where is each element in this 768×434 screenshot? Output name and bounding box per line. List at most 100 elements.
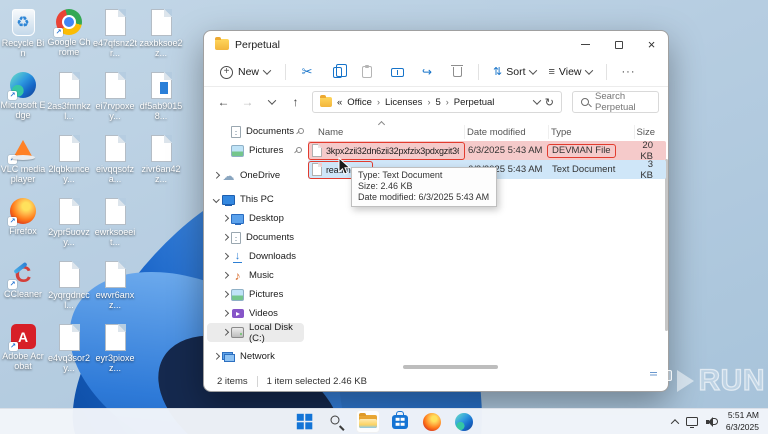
taskbar-button[interactable] bbox=[356, 410, 380, 433]
toolbar-command-button[interactable] bbox=[294, 61, 320, 83]
new-button[interactable]: + New bbox=[213, 63, 277, 82]
desktop-shortcut[interactable]: Adobe Acrobat bbox=[0, 321, 46, 384]
toolbar-command-button[interactable] bbox=[324, 61, 350, 83]
sidebar-item[interactable]: Pictures bbox=[207, 141, 304, 160]
desktop-shortcut[interactable]: zivr6an42z... bbox=[138, 132, 184, 195]
see-more-button[interactable]: ··· bbox=[615, 66, 643, 78]
sidebar-item[interactable]: Documents bbox=[207, 228, 304, 247]
desktop-shortcut[interactable]: ei7rvpoxey... bbox=[92, 69, 138, 132]
sidebar-item[interactable]: Pictures bbox=[207, 285, 304, 304]
sidebar-item[interactable]: Desktop bbox=[207, 209, 304, 228]
refresh-icon[interactable]: ↻ bbox=[545, 96, 554, 109]
desktop-shortcut[interactable]: 2ypr5uovzy... bbox=[46, 195, 92, 258]
sidebar-item[interactable]: Local Disk (C:) bbox=[207, 321, 304, 344]
file-row[interactable]: 3kpx2zii32dn6zii32pxfzix3pdxgzit36mx3e..… bbox=[308, 140, 666, 162]
desktop-shortcut[interactable]: zaxbksoe2z... bbox=[138, 6, 184, 69]
desktop-shortcut[interactable]: Microsoft Edge bbox=[0, 69, 46, 132]
desktop-shortcut[interactable]: eivqqsofza... bbox=[92, 132, 138, 195]
taskbar-button[interactable] bbox=[292, 410, 316, 433]
tree-chevron-icon[interactable] bbox=[221, 215, 229, 222]
toolbar-command-button[interactable] bbox=[414, 61, 440, 83]
sidebar-item[interactable]: Videos bbox=[207, 304, 304, 323]
desktop-shortcut[interactable]: ewvr6anxz... bbox=[92, 258, 138, 321]
desktop-screen: Recycle Bin Google Chrome e47qfsnz2tr... bbox=[0, 0, 768, 434]
close-button[interactable]: × bbox=[635, 31, 668, 58]
taskbar-button[interactable] bbox=[420, 410, 444, 433]
tree-chevron-icon[interactable] bbox=[212, 172, 220, 179]
tree-chevron-icon[interactable] bbox=[221, 234, 229, 241]
address-dropdown-icon[interactable] bbox=[532, 96, 542, 105]
desktop-shortcut[interactable]: VLC media player bbox=[0, 132, 46, 195]
tree-chevron-icon[interactable] bbox=[221, 291, 229, 298]
desktop-shortcut[interactable]: 2yqrgdnccl... bbox=[46, 258, 92, 321]
toolbar-command-button[interactable] bbox=[354, 61, 380, 83]
desktop-icon-label: eyr3pioxez... bbox=[95, 353, 135, 374]
column-header-date[interactable]: Date modified bbox=[465, 125, 549, 139]
explorer-tab[interactable]: Perpetual bbox=[204, 37, 291, 51]
desktop-shortcut[interactable]: e4vq3sor2y... bbox=[46, 321, 92, 384]
desktop-shortcut[interactable]: eyr3pioxez... bbox=[92, 321, 138, 384]
sidebar-item[interactable]: Documents bbox=[207, 122, 305, 141]
view-button[interactable]: ≡ View bbox=[543, 63, 598, 81]
minimize-button[interactable] bbox=[569, 31, 602, 58]
tree-chevron-icon[interactable] bbox=[221, 310, 229, 317]
tree-chevron-icon[interactable] bbox=[221, 272, 229, 279]
back-button[interactable]: ← bbox=[213, 92, 234, 113]
taskbar-button[interactable] bbox=[324, 410, 348, 433]
sidebar-item-icon bbox=[231, 231, 241, 244]
taskbar-clock[interactable]: 5:51 AM 6/3/2025 bbox=[726, 410, 759, 432]
desktop-shortcut[interactable]: 2as3fmnkzl... bbox=[46, 69, 92, 132]
desktop-shortcut[interactable]: CCleaner bbox=[0, 258, 46, 321]
desktop-icon bbox=[104, 324, 126, 351]
path-overflow-indicator[interactable]: « bbox=[337, 97, 342, 108]
sidebar-item[interactable]: OneDrive bbox=[207, 166, 304, 185]
taskbar-button[interactable] bbox=[452, 410, 476, 433]
volume-icon[interactable] bbox=[705, 416, 718, 427]
desktop-icon-label: zivr6an42z... bbox=[141, 164, 181, 185]
desktop-shortcut[interactable]: Google Chrome bbox=[46, 6, 92, 69]
column-header-size[interactable]: Size bbox=[635, 125, 668, 139]
tray-date: 6/3/2025 bbox=[725, 421, 759, 432]
sidebar-item[interactable]: Downloads bbox=[207, 247, 304, 266]
sidebar-item[interactable]: This PC bbox=[207, 190, 304, 209]
tree-chevron-icon[interactable] bbox=[221, 253, 229, 260]
desktop-shortcut[interactable]: 2lqbkuncey... bbox=[46, 132, 92, 195]
desktop-shortcut[interactable]: Firefox bbox=[0, 195, 46, 258]
recent-locations-button[interactable] bbox=[261, 92, 282, 113]
sidebar-item-label: Network bbox=[240, 351, 275, 362]
up-button[interactable]: ↑ bbox=[285, 92, 306, 113]
file-name-cell[interactable]: 3kpx2zii32dn6zii32pxfzix3pdxgzit36mx3e..… bbox=[308, 141, 466, 160]
sidebar-item[interactable]: Music bbox=[207, 266, 304, 285]
tree-chevron-icon[interactable] bbox=[212, 353, 220, 360]
forward-button[interactable]: → bbox=[237, 92, 258, 113]
search-box[interactable]: Search Perpetual bbox=[572, 91, 659, 113]
maximize-button[interactable] bbox=[602, 31, 635, 58]
sidebar-item-label: Local Disk (C:) bbox=[249, 321, 293, 344]
toolbar-command-button[interactable] bbox=[384, 61, 410, 83]
breadcrumb-item[interactable]: Licenses bbox=[385, 97, 423, 108]
toolbar-command-button[interactable] bbox=[444, 61, 470, 83]
breadcrumb-item[interactable]: Office bbox=[347, 97, 372, 108]
column-header-name[interactable]: Name bbox=[307, 125, 465, 139]
desktop-icon bbox=[150, 9, 172, 36]
hidden-icons-chevron-icon[interactable] bbox=[670, 418, 680, 428]
desktop-shortcut[interactable]: ewrksoeeit... bbox=[92, 195, 138, 258]
address-bar[interactable]: « Office › Licenses › 5 › Perpetual ↻ bbox=[312, 91, 562, 113]
column-header-type[interactable]: Type bbox=[549, 125, 635, 139]
taskbar-button[interactable] bbox=[388, 410, 412, 433]
desktop-shortcut[interactable]: df5ab90158... bbox=[138, 69, 184, 132]
desktop-shortcut[interactable]: Recycle Bin bbox=[0, 6, 46, 69]
horizontal-scrollbar[interactable] bbox=[403, 365, 498, 369]
sort-button[interactable]: ⇅ Sort bbox=[487, 63, 541, 81]
breadcrumb-item[interactable]: 5 bbox=[435, 97, 440, 108]
desktop-shortcut[interactable]: e47qfsnz2tr... bbox=[92, 6, 138, 69]
desktop-icon-label: Google Chrome bbox=[47, 37, 91, 58]
network-icon[interactable] bbox=[685, 417, 698, 428]
sidebar-item-label: Music bbox=[249, 270, 274, 281]
desktop-icon bbox=[54, 9, 82, 37]
sidebar-item[interactable]: Network bbox=[207, 347, 304, 366]
tree-chevron-icon[interactable] bbox=[221, 329, 229, 336]
sidebar-item-icon bbox=[231, 307, 244, 320]
breadcrumb-item[interactable]: Perpetual bbox=[454, 97, 495, 108]
tree-chevron-icon[interactable] bbox=[212, 196, 220, 203]
